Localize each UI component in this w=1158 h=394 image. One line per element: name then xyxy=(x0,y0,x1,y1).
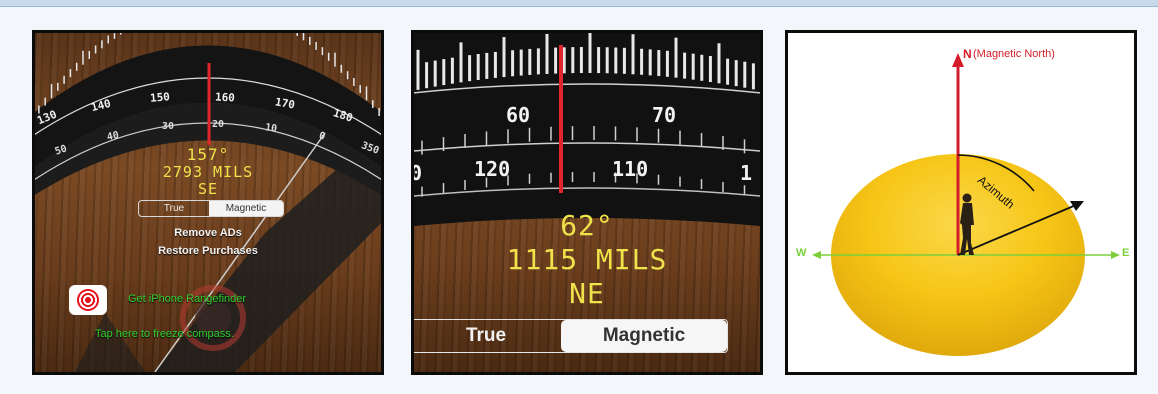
west-label: W xyxy=(796,247,807,259)
restore-purchases-button[interactable]: Restore Purchases xyxy=(35,245,381,257)
inner-tick-label: 0 xyxy=(411,161,423,185)
west-arrowhead xyxy=(812,251,821,259)
direction-readout: SE xyxy=(197,180,219,198)
north-reference-toggle[interactable]: True Magnetic xyxy=(414,319,728,353)
outer-tick-label: 70 xyxy=(652,103,677,127)
rangefinder-target-icon[interactable] xyxy=(69,285,107,315)
inner-tick-label: 30 xyxy=(162,121,175,132)
inner-tick-label: 10 xyxy=(264,122,278,135)
north-label: N xyxy=(963,47,972,61)
inner-tick-label: 1 xyxy=(740,161,753,185)
direction-readout: NE xyxy=(569,277,605,310)
outer-tick-label: 160 xyxy=(214,90,236,105)
inner-tick-label: 110 xyxy=(612,157,649,181)
azimuth-diagram: N (Magnetic North) Azimuth W E xyxy=(785,30,1137,375)
inner-tick-label: 120 xyxy=(474,157,511,181)
azimuth-diagram-svg xyxy=(812,53,1120,356)
toggle-magnetic[interactable]: Magnetic xyxy=(561,320,727,352)
inner-tick-label: 20 xyxy=(212,119,225,130)
compass-screenshot-se: 130 140 150 160 170 180 50 40 30 20 10 0… xyxy=(32,30,384,375)
north-note: (Magnetic North) xyxy=(973,48,1055,60)
outer-tick-label: 150 xyxy=(149,90,171,105)
toggle-true[interactable]: True xyxy=(139,201,209,216)
outer-tick-label: 60 xyxy=(506,103,531,127)
bearing-readout: 62° xyxy=(560,209,614,242)
compass-screenshot-ne: 60 70 0 120 110 1 62° 1115 MILS NE True … xyxy=(411,30,763,375)
toggle-true[interactable]: True xyxy=(414,320,561,352)
mils-readout: 2793 MILS xyxy=(162,163,254,181)
top-rule xyxy=(0,0,1158,7)
remove-ads-button[interactable]: Remove ADs xyxy=(35,227,381,239)
freeze-compass-hint[interactable]: Tap here to freeze compass. xyxy=(95,328,234,340)
north-reference-toggle[interactable]: True Magnetic xyxy=(138,200,284,217)
east-label: E xyxy=(1122,247,1130,259)
toggle-magnetic[interactable]: Magnetic xyxy=(209,201,283,216)
rangefinder-link[interactable]: Get iPhone Rangefinder xyxy=(128,293,246,305)
bearing-readout: 157° xyxy=(186,145,230,164)
mils-readout: 1115 MILS xyxy=(506,243,668,276)
east-arrowhead xyxy=(1111,251,1120,259)
